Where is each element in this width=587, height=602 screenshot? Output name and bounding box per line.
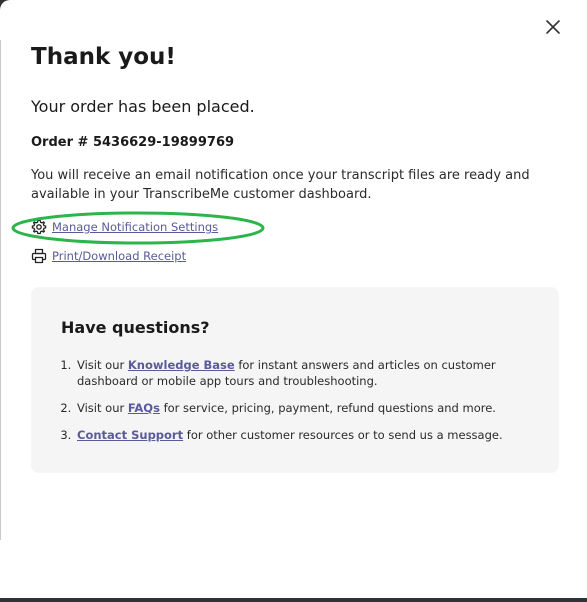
manage-notification-settings-link[interactable]: Manage Notification Settings bbox=[52, 220, 218, 234]
dialog-edge bbox=[0, 40, 1, 540]
item-text: for other customer resources or to send … bbox=[183, 428, 503, 442]
faqs-link[interactable]: FAQs bbox=[128, 401, 160, 415]
notification-settings-row: Manage Notification Settings bbox=[31, 218, 218, 236]
question-item-knowledge-base: Visit our Knowledge Base for instant ans… bbox=[75, 357, 545, 389]
knowledge-base-link[interactable]: Knowledge Base bbox=[128, 358, 235, 372]
contact-support-link[interactable]: Contact Support bbox=[77, 428, 183, 442]
close-button[interactable] bbox=[542, 16, 564, 38]
close-icon bbox=[546, 20, 560, 34]
dialog-title: Thank you! bbox=[31, 44, 176, 70]
question-item-contact-support: Contact Support for other customer resou… bbox=[75, 427, 545, 443]
notification-info-text: You will receive an email notification o… bbox=[31, 168, 530, 202]
have-questions-panel: Have questions? Visit our Knowledge Base… bbox=[31, 287, 559, 473]
item-text: Visit our bbox=[77, 401, 128, 415]
receipt-row: Print/Download Receipt bbox=[31, 247, 186, 265]
order-label: Order # bbox=[31, 135, 89, 150]
order-number: 5436629-19899769 bbox=[92, 135, 235, 150]
gear-icon bbox=[31, 219, 47, 235]
item-text: Visit our bbox=[77, 358, 128, 372]
print-download-receipt-link[interactable]: Print/Download Receipt bbox=[52, 249, 186, 263]
item-text: for service, pricing, payment, refund qu… bbox=[159, 401, 496, 415]
question-item-faqs: Visit our FAQs for service, pricing, pay… bbox=[75, 400, 545, 416]
questions-list: Visit our Knowledge Base for instant ans… bbox=[61, 357, 545, 454]
dialog-subtitle: Your order has been placed. bbox=[31, 97, 255, 116]
order-confirmation-dialog: Thank you! Your order has been placed. O… bbox=[0, 0, 587, 598]
printer-icon bbox=[31, 248, 47, 264]
order-number-line: Order # 5436629-19899769 bbox=[31, 135, 234, 150]
questions-title: Have questions? bbox=[61, 318, 210, 337]
